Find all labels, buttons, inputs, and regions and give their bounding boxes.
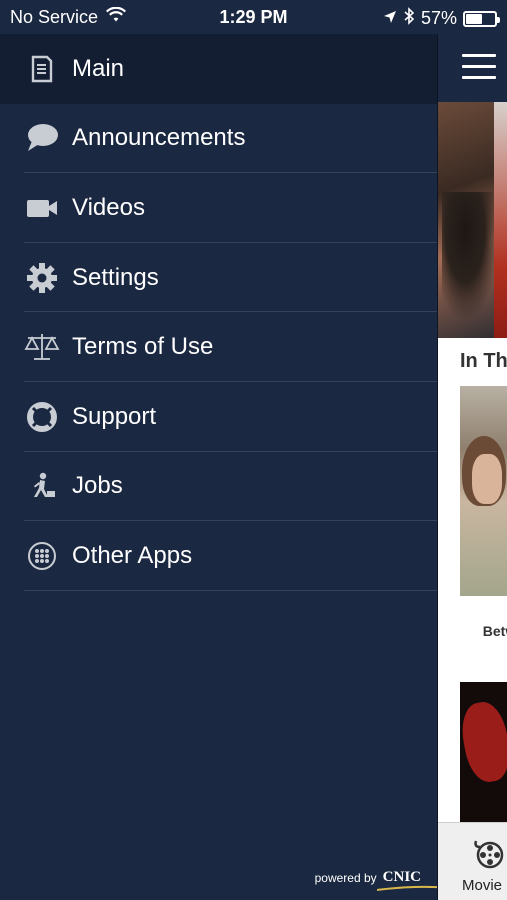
gear-icon <box>24 260 60 296</box>
hamburger-menu-icon[interactable] <box>462 54 496 80</box>
menu-item-settings[interactable]: Settings <box>0 243 437 313</box>
hero-figure <box>442 192 500 322</box>
bluetooth-icon <box>403 7 415 30</box>
menu-item-label: Jobs <box>72 472 123 500</box>
powered-by-label: powered by <box>314 870 377 885</box>
menu-item-terms-of-use[interactable]: Terms of Use <box>0 312 437 382</box>
movie-title: Th Betwe <box>464 604 507 640</box>
movie-title-line: Th <box>464 604 507 622</box>
menu-item-label: Other Apps <box>72 541 193 569</box>
menu-item-videos[interactable]: Videos <box>0 173 437 243</box>
movie-poster[interactable] <box>460 386 507 596</box>
app-grid-icon <box>24 538 60 574</box>
lifebuoy-icon <box>24 399 60 435</box>
menu-item-announcements[interactable]: Announcements <box>0 104 437 174</box>
movie-poster[interactable] <box>460 682 507 822</box>
menu-item-label: Main <box>72 54 125 82</box>
battery-percent: 57% <box>420 8 457 28</box>
menu-item-label: Announcements <box>72 124 246 152</box>
powered-by-footer: powered by CNIC <box>314 869 453 891</box>
battery-icon <box>463 10 500 27</box>
navigation-drawer: Main Announcements Videos Settings Terms… <box>0 34 453 900</box>
underlying-page-peek[interactable]: In Th Th Betwe Movie <box>437 34 507 900</box>
menu-item-label: Videos <box>72 193 145 221</box>
menu-item-jobs[interactable]: Jobs <box>0 452 437 522</box>
menu-item-label: Settings <box>72 263 159 291</box>
cnic-logo-text: CNIC <box>382 869 421 885</box>
video-camera-icon <box>24 190 60 226</box>
battery-fill <box>466 13 482 24</box>
menu-item-label: Support <box>72 402 157 430</box>
tab-movies-label[interactable]: Movie <box>462 877 502 894</box>
speech-bubble-icon <box>24 120 60 156</box>
cnic-logo: CNIC <box>376 869 453 891</box>
hero-edge <box>494 102 507 338</box>
location-arrow-icon <box>383 8 397 29</box>
section-title: In Th <box>460 350 507 372</box>
hero-image <box>438 102 507 338</box>
film-reel-icon[interactable] <box>472 837 504 869</box>
menu-item-other-apps[interactable]: Other Apps <box>0 521 437 591</box>
menu-item-support[interactable]: Support <box>0 382 437 452</box>
page-header <box>438 34 507 102</box>
scales-icon <box>24 329 60 365</box>
status-bar: No Service 1:29 PM 57% <box>0 0 507 34</box>
document-icon <box>24 51 60 87</box>
divider <box>24 589 437 591</box>
menu-item-main[interactable]: Main <box>0 34 437 104</box>
movie-title-line: Betwe <box>482 623 507 639</box>
tab-bar: Movie <box>438 822 507 900</box>
menu-item-label: Terms of Use <box>72 333 214 361</box>
worker-icon <box>24 468 60 504</box>
